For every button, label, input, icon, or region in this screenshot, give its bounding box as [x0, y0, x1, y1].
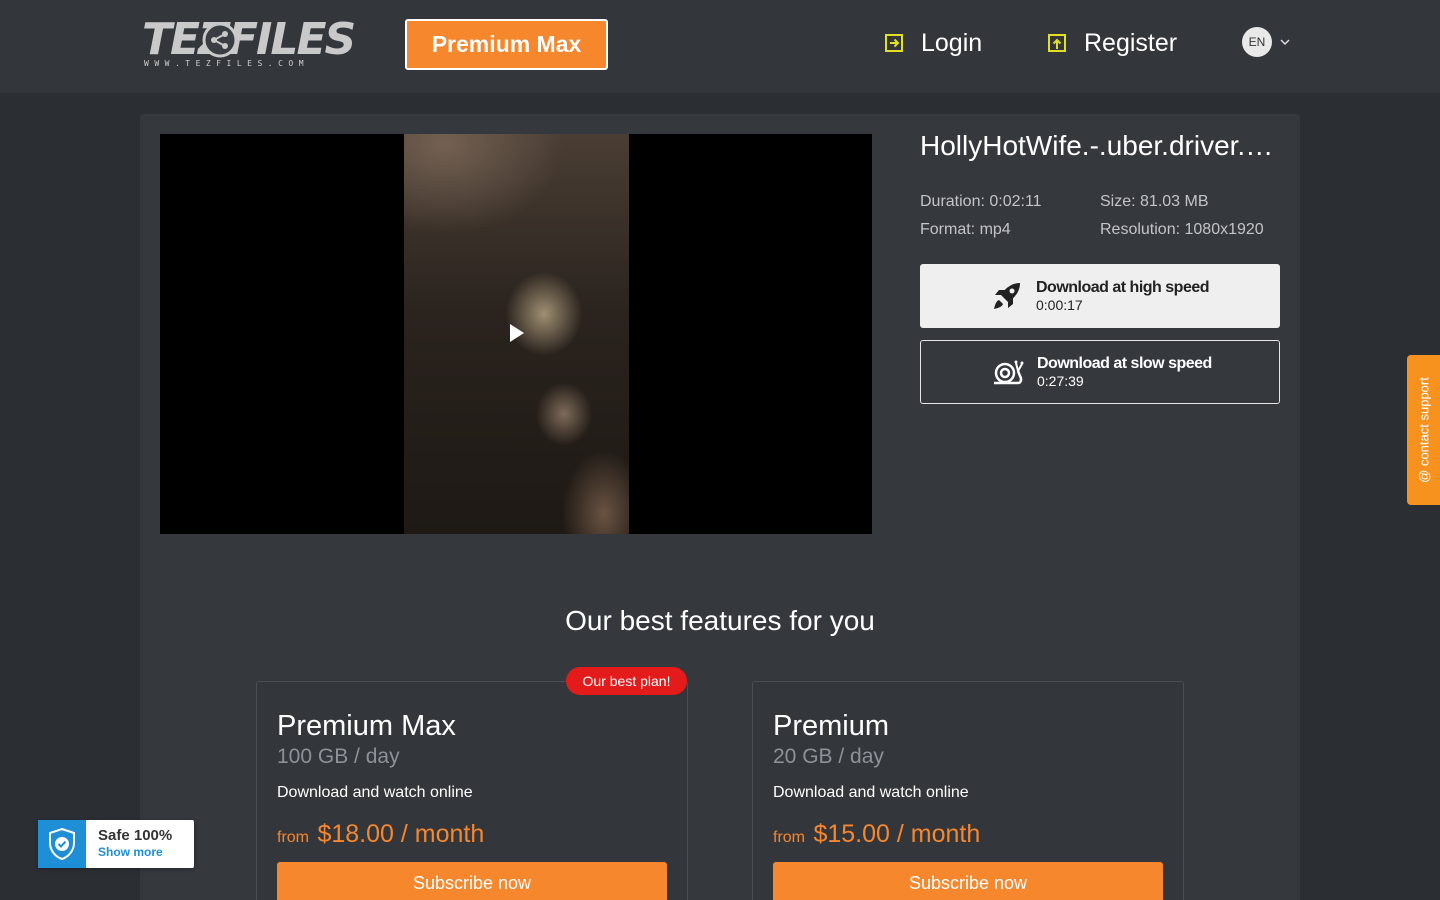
download-slow-speed-button[interactable]: Download at slow speed 0:27:39 [920, 340, 1280, 404]
plan-description: Download and watch online [773, 784, 969, 801]
plan-quota: 20 GB / day [773, 745, 884, 768]
safe-badge-title: Safe 100% [98, 827, 173, 844]
plan-price-amount: $18.00 / month [317, 820, 485, 848]
plan-price: from $18.00 / month [277, 820, 484, 849]
plan-price-from: from [277, 829, 309, 846]
safe-badge-show-more-link[interactable]: Show more [98, 844, 172, 860]
premium-max-button[interactable]: Premium Max [405, 19, 608, 70]
logo-wordmark: TEZFILES [142, 14, 356, 65]
file-duration: Duration: 0:02:11 [920, 193, 1042, 210]
contact-support-label: @ contact support [1416, 377, 1431, 483]
plan-name: Premium Max [277, 710, 456, 742]
file-format: Format: mp4 [920, 221, 1011, 238]
login-link[interactable]: Login [882, 26, 982, 60]
contact-support-tab[interactable]: @ contact support [1407, 355, 1440, 505]
download-slow-speed-label: Download at slow speed [1037, 355, 1212, 372]
language-selector[interactable]: EN [1242, 27, 1290, 57]
file-title: HollyHotWife.-.uber.driver.mp4 [920, 130, 1280, 161]
subscribe-button[interactable]: Subscribe now [277, 862, 667, 900]
site-logo[interactable]: TEZFILES WWW.TEZFILES.COM [142, 16, 356, 72]
download-high-speed-label: Download at high speed [1036, 279, 1210, 296]
login-icon [885, 34, 903, 52]
logo-url: WWW.TEZFILES.COM [144, 59, 310, 68]
plan-quota: 100 GB / day [277, 745, 400, 768]
download-high-speed-button[interactable]: Download at high speed 0:00:17 [920, 264, 1280, 328]
plan-price-amount: $15.00 / month [813, 820, 981, 848]
download-slow-speed-time: 0:27:39 [1037, 373, 1084, 389]
plan-price: from $15.00 / month [773, 820, 980, 849]
register-link[interactable]: Register [1045, 26, 1177, 60]
video-player[interactable] [160, 134, 872, 534]
plan-name: Premium [773, 710, 890, 742]
login-label: Login [921, 28, 983, 57]
plan-description: Download and watch online [277, 784, 473, 801]
shield-check-icon [38, 820, 86, 868]
play-icon[interactable] [510, 324, 524, 342]
register-label: Register [1084, 28, 1178, 57]
register-icon [1048, 34, 1066, 52]
file-size: Size: 81.03 MB [1100, 193, 1209, 210]
plan-card-premium: Premium 20 GB / day Download and watch o… [752, 681, 1184, 900]
subscribe-button[interactable]: Subscribe now [773, 862, 1163, 900]
snail-icon [994, 360, 1024, 385]
features-title: Our best features for you [565, 605, 875, 636]
plan-card-premium-max: Premium Max 100 GB / day Download and wa… [256, 681, 688, 900]
rocket-icon [994, 283, 1020, 309]
safe-badge[interactable]: Safe 100% Show more [38, 820, 194, 868]
language-code: EN [1242, 27, 1272, 57]
plan-price-from: from [773, 829, 805, 846]
download-high-speed-time: 0:00:17 [1036, 297, 1083, 313]
site-header: TEZFILES WWW.TEZFILES.COM Premium Max Lo… [0, 0, 1440, 93]
best-plan-badge: Our best plan! [566, 667, 687, 695]
chevron-down-icon [1280, 39, 1290, 46]
file-resolution: Resolution: 1080x1920 [1100, 221, 1264, 238]
share-icon [202, 22, 238, 58]
